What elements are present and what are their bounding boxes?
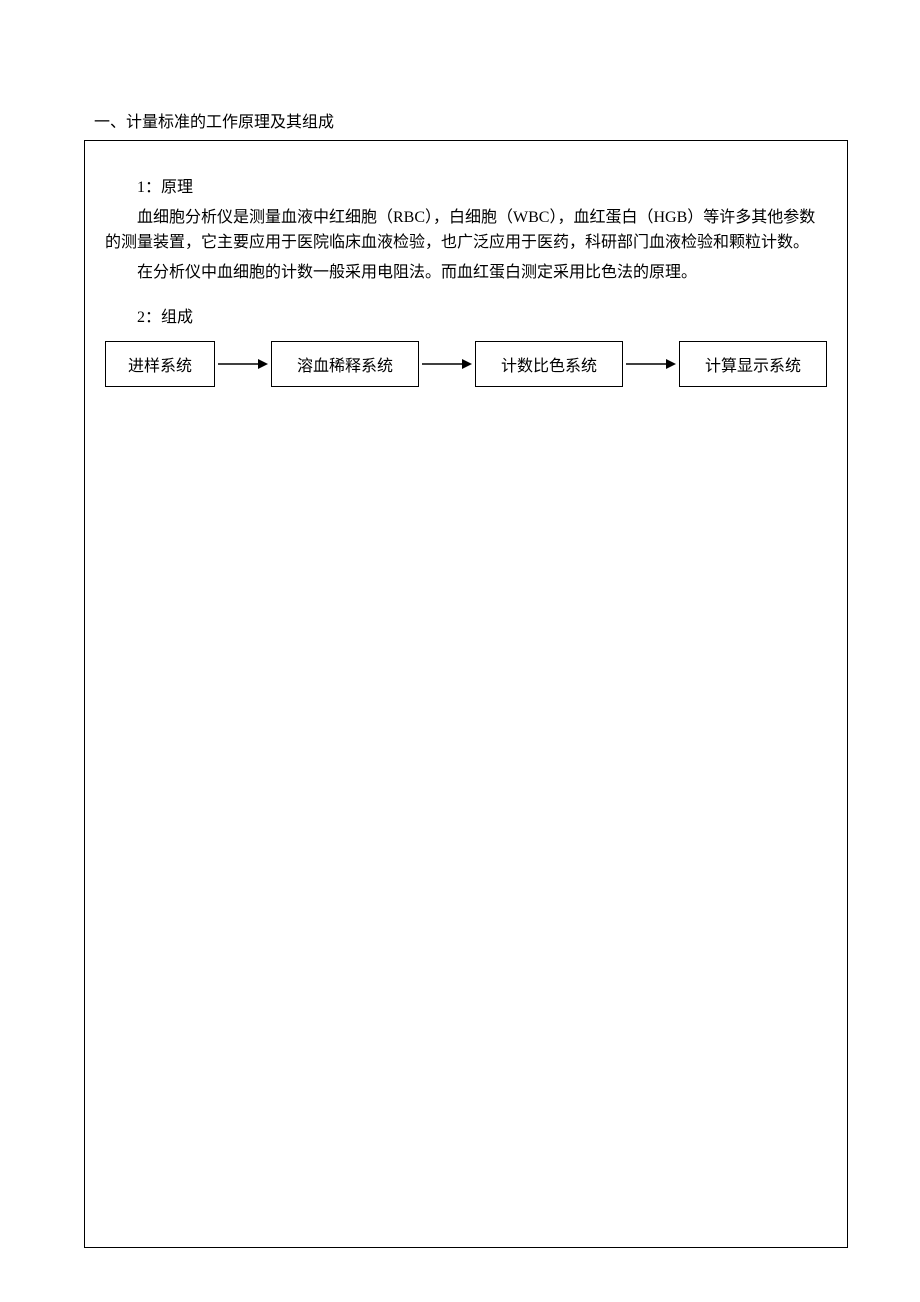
flow-arrow-2 [419,358,475,370]
document-title: 一、计量标准的工作原理及其组成 [84,108,848,132]
arrow-right-icon [216,358,270,370]
arrow-right-icon [624,358,678,370]
arrow-right-icon [420,358,474,370]
section-1-paragraph-1: 血细胞分析仪是测量血液中红细胞（RBC），白细胞（WBC），血红蛋白（HGB）等… [105,205,827,256]
section-2-heading: 2：组成 [105,305,827,331]
flow-box-2: 溶血稀释系统 [271,341,419,387]
section-1-heading: 1：原理 [105,175,827,201]
flow-diagram: 进样系统 溶血稀释系统 计数比色系统 计算显示系统 [105,341,827,387]
flow-box-3: 计数比色系统 [475,341,623,387]
flow-arrow-1 [215,358,271,370]
section-1-paragraph-2: 在分析仪中血细胞的计数一般采用电阻法。而血红蛋白测定采用比色法的原理。 [105,260,827,286]
flow-box-1: 进样系统 [105,341,215,387]
flow-box-4: 计算显示系统 [679,341,827,387]
flow-arrow-3 [623,358,679,370]
content-frame: 1：原理 血细胞分析仪是测量血液中红细胞（RBC），白细胞（WBC），血红蛋白（… [84,140,848,1248]
